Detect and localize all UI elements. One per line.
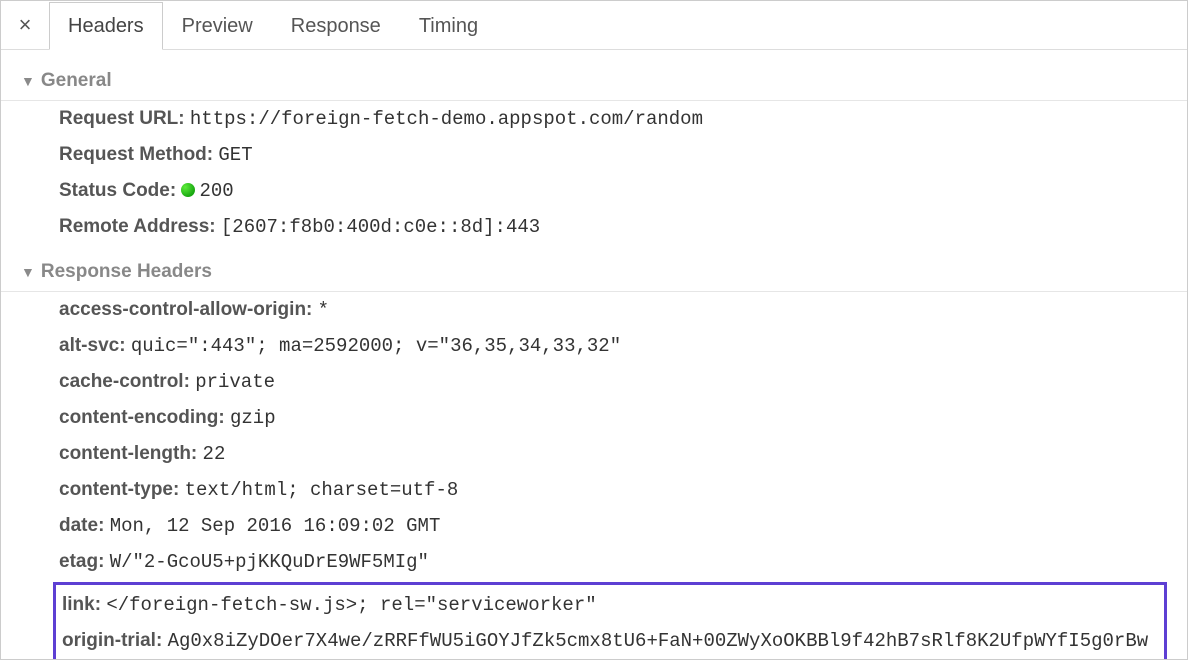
label: cache-control: (59, 371, 190, 392)
section-general: ▼ General Request URL: https://foreign-f… (1, 64, 1187, 245)
label: origin-trial: (62, 630, 162, 651)
label: Remote Address: (59, 216, 216, 237)
tab-timing[interactable]: Timing (400, 2, 497, 50)
tab-headers[interactable]: Headers (49, 2, 163, 50)
value: GET (218, 144, 252, 166)
label: Request URL: (59, 108, 185, 129)
header-row-content-length: content-length: 22 (1, 436, 1187, 472)
value: </foreign-fetch-sw.js>; rel="servicework… (106, 594, 596, 616)
header-row-altsvc: alt-svc: quic=":443"; ma=2592000; v="36,… (1, 328, 1187, 364)
general-row-status-code: Status Code: 200 (1, 173, 1187, 209)
value: W/"2-GcoU5+pjKKQuDrE9WF5MIg" (110, 551, 429, 573)
close-icon[interactable]: × (1, 1, 49, 49)
section-title: General (41, 70, 112, 92)
label: Request Method: (59, 144, 213, 165)
caret-down-icon: ▼ (21, 73, 35, 89)
section-header-response-headers[interactable]: ▼ Response Headers (1, 255, 1187, 292)
value: gzip (230, 407, 276, 429)
content-area: ▼ General Request URL: https://foreign-f… (1, 50, 1187, 660)
label: access-control-allow-origin: (59, 299, 312, 320)
label: date: (59, 515, 104, 536)
tab-preview[interactable]: Preview (163, 2, 272, 50)
header-row-acao: access-control-allow-origin: * (1, 292, 1187, 328)
value: 200 (181, 180, 233, 202)
caret-down-icon: ▼ (21, 264, 35, 280)
value: quic=":443"; ma=2592000; v="36,35,34,33,… (131, 335, 621, 357)
value: text/html; charset=utf-8 (185, 479, 459, 501)
value: [2607:f8b0:400d:c0e::8d]:443 (221, 216, 540, 238)
header-row-content-encoding: content-encoding: gzip (1, 400, 1187, 436)
label: content-encoding: (59, 407, 225, 428)
section-title: Response Headers (41, 261, 212, 283)
value: https://foreign-fetch-demo.appspot.com/r… (190, 108, 703, 130)
value: 22 (203, 443, 226, 465)
label: alt-svc: (59, 335, 126, 356)
value: Mon, 12 Sep 2016 16:09:02 GMT (110, 515, 441, 537)
status-dot-icon (181, 183, 195, 197)
value: private (195, 371, 275, 393)
general-row-remote-address: Remote Address: [2607:f8b0:400d:c0e::8d]… (1, 209, 1187, 245)
section-header-general[interactable]: ▼ General (1, 64, 1187, 101)
tab-bar: × Headers Preview Response Timing (1, 1, 1187, 50)
general-row-request-url: Request URL: https://foreign-fetch-demo.… (1, 101, 1187, 137)
header-row-cache-control: cache-control: private (1, 364, 1187, 400)
label: etag: (59, 551, 104, 572)
header-row-link: link: </foreign-fetch-sw.js>; rel="servi… (60, 587, 1160, 623)
highlighted-headers-box: link: </foreign-fetch-sw.js>; rel="servi… (53, 582, 1167, 660)
tab-response[interactable]: Response (272, 2, 400, 50)
label: content-type: (59, 479, 179, 500)
value: * (318, 299, 329, 321)
label: content-length: (59, 443, 197, 464)
network-details-panel: × Headers Preview Response Timing ▼ Gene… (0, 0, 1188, 660)
header-row-etag: etag: W/"2-GcoU5+pjKKQuDrE9WF5MIg" (1, 544, 1187, 580)
label: Status Code: (59, 180, 176, 201)
general-row-request-method: Request Method: GET (1, 137, 1187, 173)
label: link: (62, 594, 101, 615)
header-row-origin-trial: origin-trial: Ag0x8iZyDOer7X4we/zRRFfWU5… (60, 623, 1160, 660)
header-row-date: date: Mon, 12 Sep 2016 16:09:02 GMT (1, 508, 1187, 544)
status-code-value: 200 (199, 180, 233, 202)
section-response-headers: ▼ Response Headers access-control-allow-… (1, 255, 1187, 660)
header-row-content-type: content-type: text/html; charset=utf-8 (1, 472, 1187, 508)
value: Ag0x8iZyDOer7X4we/zRRFfWU5iGOYJfZk5cmx8t… (62, 630, 1148, 660)
